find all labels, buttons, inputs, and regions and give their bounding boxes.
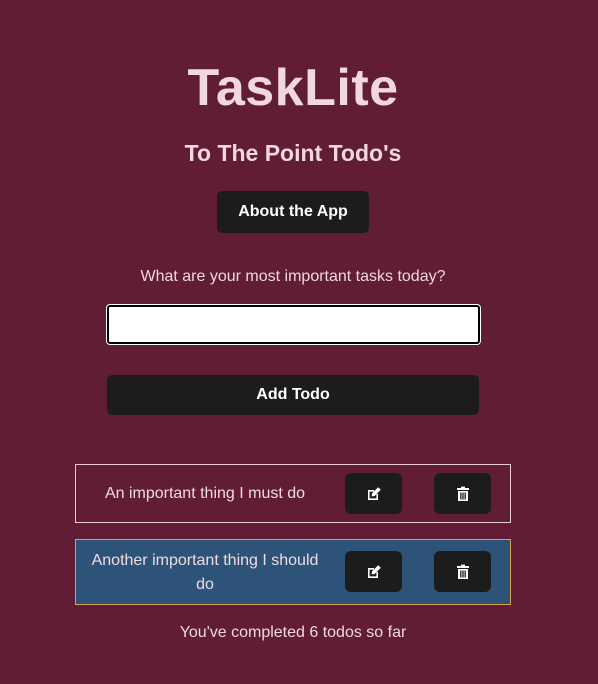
delete-todo-button[interactable]: [434, 473, 491, 514]
todo-input[interactable]: [106, 304, 481, 345]
delete-todo-button[interactable]: [434, 551, 491, 592]
about-app-button[interactable]: About the App: [217, 191, 369, 233]
todo-text: Another important thing I should do: [91, 552, 319, 593]
task-prompt-label: What are your most important tasks today…: [140, 268, 446, 285]
edit-todo-button[interactable]: [345, 473, 402, 514]
todo-item[interactable]: An important thing I must do: [75, 464, 511, 523]
app-page: TaskLite To The Point Todo's About the A…: [0, 0, 598, 684]
app-subtitle: To The Point Todo's: [184, 140, 402, 166]
todo-item-selected[interactable]: Another important thing I should do: [75, 539, 511, 605]
trash-icon: [456, 564, 469, 579]
app-title: TaskLite: [187, 59, 399, 117]
edit-icon: [367, 564, 381, 578]
completed-count-text: You've completed 6 todos so far: [179, 624, 407, 641]
trash-icon: [456, 486, 469, 501]
add-todo-button[interactable]: Add Todo: [107, 375, 479, 415]
todo-text: An important thing I must do: [104, 485, 306, 502]
edit-icon: [367, 486, 381, 500]
edit-todo-button[interactable]: [345, 551, 402, 592]
